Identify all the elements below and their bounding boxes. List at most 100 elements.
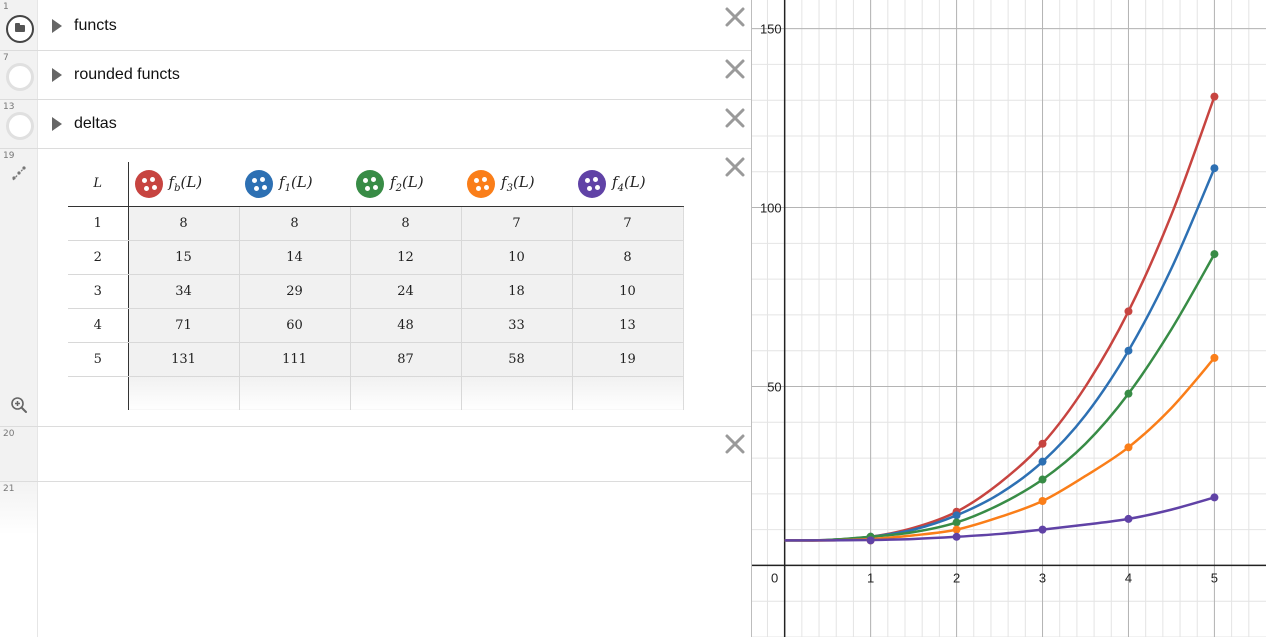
graph-svg[interactable]: 0 1 2 3 4 5 50 100 150 xyxy=(752,0,1266,637)
table-cell: 111 xyxy=(239,342,351,377)
table-cell: 58 xyxy=(461,342,573,377)
x-tick-label: 0 xyxy=(771,570,778,585)
table-cell: 60 xyxy=(239,308,351,343)
data-point xyxy=(952,525,961,534)
dot-cluster-icon[interactable] xyxy=(578,169,606,198)
expression-number: 19 xyxy=(3,151,15,161)
data-point xyxy=(1124,514,1133,523)
table-cell: 15 xyxy=(128,240,240,275)
table-row: 1 8 8 8 7 7 xyxy=(68,206,684,241)
close-icon[interactable] xyxy=(724,433,746,455)
table-cell: 12 xyxy=(350,240,462,275)
x-tick-label: 2 xyxy=(953,570,960,585)
x-tick-label: 4 xyxy=(1125,570,1132,585)
dot-cluster-icon[interactable] xyxy=(356,169,384,198)
table-cell: 19 xyxy=(572,342,684,377)
dot-cluster-icon[interactable] xyxy=(134,169,163,198)
data-point xyxy=(1038,497,1047,506)
close-icon[interactable] xyxy=(724,107,746,129)
caret-right-icon[interactable] xyxy=(52,68,62,82)
table-cell[interactable]: 2 xyxy=(68,240,129,275)
y-tick-label: 50 xyxy=(767,379,781,394)
table-cell: 33 xyxy=(461,308,573,343)
table-cell: 8 xyxy=(350,206,462,241)
data-point xyxy=(1038,457,1047,466)
folder-title[interactable]: deltas xyxy=(74,115,117,133)
table-cell: 87 xyxy=(350,342,462,377)
y-tick-label: 100 xyxy=(760,201,782,216)
expression-row-rounded-functs[interactable]: 7 rounded functs xyxy=(0,51,751,100)
data-point xyxy=(952,511,961,520)
data-point xyxy=(1210,250,1219,259)
table-cell[interactable]: 3 xyxy=(68,274,129,309)
table-cell: 8 xyxy=(239,206,351,241)
expression-row-new[interactable]: 21 xyxy=(0,482,751,537)
data-table: L fb(L) f1(L) f2(L) f3(L) f4(L) 1 8 8 8 … xyxy=(68,162,720,410)
table-cell: 18 xyxy=(461,274,573,309)
x-tick-label: 1 xyxy=(867,570,874,585)
column-header-fb[interactable]: fb(L) xyxy=(128,162,239,207)
table-grid: L fb(L) f1(L) f2(L) f3(L) f4(L) 1 8 8 8 … xyxy=(68,162,684,410)
folder-visibility-toggle[interactable] xyxy=(6,63,34,91)
data-point xyxy=(1124,307,1133,316)
data-point xyxy=(1038,475,1047,484)
data-point xyxy=(952,518,961,527)
data-point xyxy=(952,532,961,541)
folder-title[interactable]: functs xyxy=(74,17,117,35)
zoom-in-icon[interactable] xyxy=(10,396,28,414)
dot-cluster-icon[interactable] xyxy=(467,169,495,198)
expression-number: 7 xyxy=(3,53,9,63)
caret-right-icon[interactable] xyxy=(52,19,62,33)
series-line xyxy=(784,96,1216,542)
close-icon[interactable] xyxy=(724,58,746,80)
data-point xyxy=(1124,346,1133,355)
caret-right-icon[interactable] xyxy=(52,117,62,131)
column-header-f2[interactable]: f2(L) xyxy=(350,162,461,207)
folder-visibility-toggle[interactable] xyxy=(6,15,34,43)
close-icon[interactable] xyxy=(724,156,746,178)
column-header-f1[interactable]: f1(L) xyxy=(239,162,350,207)
table-cell: 10 xyxy=(572,274,684,309)
table-cell: 131 xyxy=(128,342,240,377)
table-cell: 48 xyxy=(350,308,462,343)
dot-cluster-icon[interactable] xyxy=(245,169,273,198)
data-point xyxy=(1124,389,1133,398)
data-point xyxy=(1210,493,1219,502)
table-cell[interactable]: 1 xyxy=(68,206,129,241)
table-cell: 71 xyxy=(128,308,240,343)
table-cell: 34 xyxy=(128,274,240,309)
folder-visibility-toggle[interactable] xyxy=(6,112,34,140)
table-cell: 29 xyxy=(239,274,351,309)
expression-number: 20 xyxy=(3,429,15,439)
table-cell-empty xyxy=(128,376,240,410)
table-cell-empty xyxy=(239,376,351,410)
table-cell[interactable]: 5 xyxy=(68,342,129,377)
folder-title[interactable]: rounded functs xyxy=(74,66,180,84)
expression-number: 13 xyxy=(3,102,15,112)
data-point xyxy=(1038,525,1047,534)
expression-row-empty[interactable]: 20 xyxy=(0,427,751,482)
table-cell: 24 xyxy=(350,274,462,309)
table-row-empty xyxy=(68,376,684,410)
table-row: 3 34 29 24 18 10 xyxy=(68,274,684,309)
expression-row-functs[interactable]: 1 functs xyxy=(0,0,751,51)
table-cell-empty xyxy=(350,376,462,410)
table-cell: 7 xyxy=(572,206,684,241)
expression-row-deltas[interactable]: 13 deltas xyxy=(0,100,751,149)
table-row: 2 15 14 12 10 8 xyxy=(68,240,684,275)
series-layer xyxy=(784,92,1219,545)
table-cell[interactable]: 4 xyxy=(68,308,129,343)
column-header-l[interactable]: L xyxy=(68,162,129,207)
graph-paper[interactable]: 0 1 2 3 4 5 50 100 150 xyxy=(752,0,1266,637)
data-point xyxy=(1124,443,1133,452)
table-cell-empty[interactable] xyxy=(68,376,129,410)
table-row: 4 71 60 48 33 13 xyxy=(68,308,684,343)
close-icon[interactable] xyxy=(724,6,746,28)
x-tick-label: 3 xyxy=(1039,570,1046,585)
data-point xyxy=(1210,353,1219,362)
expression-number: 1 xyxy=(3,2,9,12)
table-cell: 8 xyxy=(572,240,684,275)
column-header-f4[interactable]: f4(L) xyxy=(572,162,683,207)
expression-number: 21 xyxy=(3,484,15,494)
column-header-f3[interactable]: f3(L) xyxy=(461,162,572,207)
